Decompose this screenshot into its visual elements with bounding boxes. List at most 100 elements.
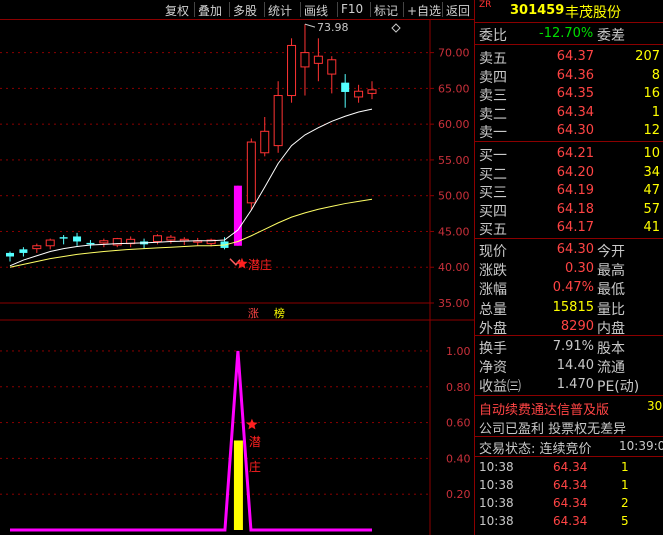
stat2-value: 7.91% (552, 339, 594, 354)
bid-row[interactable]: 买五 64.17 41 (475, 218, 663, 238)
ask-row[interactable]: 卖五 64.37 207 (475, 47, 663, 67)
bid-vol: 57 (643, 201, 660, 217)
stat2-row: 净资 14.40 流通 (475, 356, 663, 376)
candle-body (152, 235, 162, 242)
tick-price: 64.34 (553, 478, 588, 492)
peak-label: 73.98 (317, 21, 349, 34)
toolbar-1-button[interactable]: 叠加 (198, 2, 222, 19)
stat-row: 涨跌 0.30 最高 (475, 259, 663, 280)
kline-chart[interactable]: 70.00 65.00 60.00 55.00 50.00 45.00 40.00 35.00… (0, 0, 474, 535)
toolbar-7-button[interactable]: +自选 (407, 2, 441, 19)
promo-row[interactable]: 自动续费通达信普及版 30 (475, 398, 663, 418)
bid-row[interactable]: 买三 64.19 47 (475, 181, 663, 201)
toolbar-8-button[interactable]: 返回 (446, 2, 470, 19)
notice-row: 公司已盈利 投票权无差异 (475, 417, 663, 437)
stat-label-2: 今开 (597, 244, 625, 260)
stat-value: 0.47% (552, 280, 594, 296)
ind-star-text-2: 庄 (249, 459, 261, 474)
notice-text: 公司已盈利 投票权无差异 (479, 422, 627, 437)
tick-row: 10:38 64.34 1 (475, 458, 663, 476)
stat-label: 涨跌 (479, 263, 507, 280)
tick-time: 10:38 (479, 478, 514, 492)
ind-star-text-1: 潜 (249, 435, 261, 449)
ask-price: 64.35 (556, 86, 594, 102)
candle-body (354, 90, 364, 98)
stat-row: 外盘 8290 内盘 (475, 317, 663, 337)
toolbar-0-button[interactable]: 复权 (165, 2, 189, 19)
candle-body (32, 245, 42, 250)
tick-row: 10:38 64.34 1 (475, 476, 663, 494)
bid-price: 64.20 (556, 164, 594, 180)
ask-price: 64.30 (556, 123, 594, 139)
ask-row[interactable]: 卖三 64.35 16 (475, 84, 663, 104)
stat-label-2: 量比 (597, 301, 625, 318)
tick-row: 10:38 64.34 2 (475, 494, 663, 512)
candle-body (6, 252, 14, 257)
stat-row: 总量 15815 量比 (475, 298, 663, 318)
marker-bang: 榜 (274, 306, 285, 320)
ask-row[interactable]: 卖四 64.36 8 (475, 66, 663, 86)
trade-time: 10:39:0 (619, 439, 663, 453)
ind-tick-label: 1.00 (446, 345, 471, 358)
stat-label-2: 最低 (597, 282, 625, 299)
stat-value: 64.30 (556, 242, 594, 257)
ask-vol: 12 (643, 123, 660, 139)
tick-price: 64.34 (553, 496, 588, 510)
bid-row[interactable]: 买一 64.21 10 (475, 144, 663, 164)
toolbar-4-button[interactable]: 画线 (304, 2, 328, 19)
price-tick-label: 50.00 (438, 190, 470, 203)
tick-vol: 1 (621, 460, 629, 474)
tick-price: 64.34 (553, 514, 588, 528)
ind-tick-label: 0.60 (446, 417, 471, 430)
stat-label: 涨幅 (479, 282, 507, 299)
ind-tick-label: 0.20 (446, 488, 471, 501)
zr-badge: ZR (479, 0, 492, 10)
weicha-label: 委差 (597, 28, 625, 44)
ask-price: 64.36 (556, 67, 594, 83)
stock-code: 301459 (510, 3, 565, 18)
ask-vol: 8 (651, 67, 660, 83)
ask-row[interactable]: 卖一 64.30 12 (475, 121, 663, 142)
stat2-value: 1.470 (556, 377, 594, 392)
stat-value: 15815 (552, 299, 594, 315)
price-tick-label: 55.00 (438, 154, 470, 167)
bid-price: 64.21 (556, 146, 594, 161)
tick-time: 10:38 (479, 460, 514, 474)
toolbar: 复权 叠加 多股 统计 画线 F10 标记 +自选 返回 (0, 0, 474, 20)
quote-panel: ZR 301459 丰茂股份 委比 -12.70% 委差 卖五 64.37 207 卖… (474, 0, 663, 535)
candle-body (45, 239, 55, 247)
stat-label: 现价 (479, 244, 507, 260)
ind-tick-label: 0.80 (446, 381, 471, 394)
candle-body (19, 249, 28, 253)
candle-body (300, 52, 310, 68)
toolbar-2-button[interactable]: 多股 (233, 2, 257, 19)
stat2-label-2: 流通 (597, 360, 625, 376)
toolbar-6-button[interactable]: 标记 (374, 2, 398, 19)
promo-tail: 30 (647, 399, 663, 413)
bid-row[interactable]: 买二 64.20 34 (475, 163, 663, 183)
bid-price: 64.17 (556, 220, 594, 236)
ask-vol: 1 (651, 104, 660, 120)
stat2-row: 收益㈢ 1.470 PE(动) (475, 375, 663, 395)
ind-tick-label: 0.40 (446, 452, 471, 465)
toolbar-3-button[interactable]: 统计 (268, 2, 292, 19)
candle-body (59, 237, 68, 239)
bid-vol: 10 (643, 146, 660, 161)
stat-label-2: 最高 (597, 263, 625, 280)
stock-name: 丰茂股份 (565, 5, 621, 21)
star-text: 潜庄 (248, 257, 272, 272)
ask-row[interactable]: 卖二 64.34 1 (475, 103, 663, 123)
stat2-label: 换手 (479, 341, 507, 357)
ask-vol: 16 (643, 86, 660, 102)
ask-label: 卖一 (479, 125, 507, 142)
toolbar-5-button[interactable]: F10 (341, 2, 363, 16)
stat-label: 总量 (479, 301, 507, 318)
stat-value: 0.30 (565, 261, 594, 277)
stat2-row: 换手 7.91% 股本 (475, 337, 663, 357)
bid-row[interactable]: 买四 64.18 57 (475, 200, 663, 220)
candle-body (313, 55, 323, 64)
trade-status: 交易状态: 连续竞价 (479, 442, 592, 457)
promo-text[interactable]: 自动续费通达信普及版 (479, 399, 609, 418)
candle-body (86, 242, 95, 245)
candle-body (73, 236, 82, 242)
